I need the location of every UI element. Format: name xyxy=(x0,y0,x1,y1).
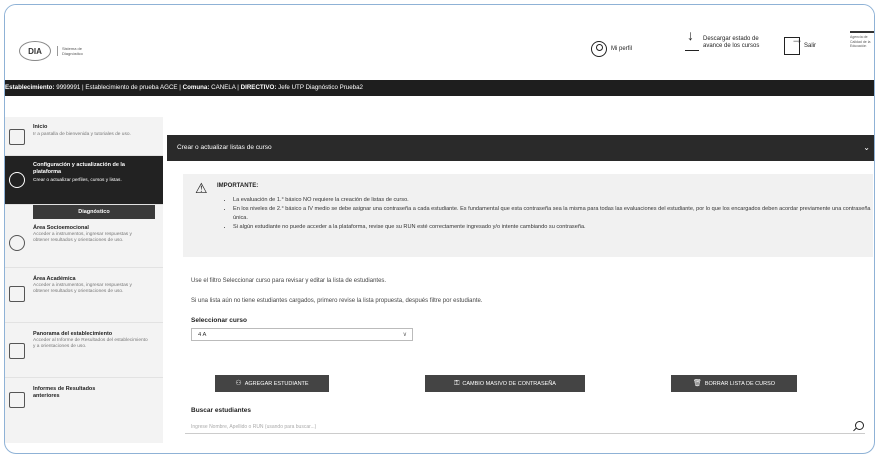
establishment-infobar: Establecimiento: 9999991 | Establecimien… xyxy=(5,80,874,96)
panel-header[interactable]: Crear o actualizar listas de curso ⌄ xyxy=(167,135,874,161)
main-panel: Crear o actualizar listas de curso ⌄ ⚠ I… xyxy=(167,135,874,453)
sidebar-item-desc: Acceder a instrumentos, ingresar respues… xyxy=(33,283,132,294)
sidebar-item-panorama[interactable]: Panorama del establecimiento Acceder al … xyxy=(5,323,163,378)
student-search-input[interactable]: Ingrese Nombre, Apellido o RUN (usando p… xyxy=(185,420,865,434)
comuna-value: CANELA | xyxy=(211,84,239,91)
bulk-password-button[interactable]: ⚿ CAMBIO MASIVO DE CONTRASEÑA xyxy=(425,375,585,392)
sidebar-item-desc: Acceder a instrumentos, ingresar respues… xyxy=(33,232,132,243)
add-student-label: AGREGAR ESTUDIANTE xyxy=(244,381,309,387)
bulk-password-label: CAMBIO MASIVO DE CONTRASEÑA xyxy=(462,381,556,387)
gear-icon xyxy=(9,172,25,188)
download-icon xyxy=(685,32,699,51)
notice-bullet: En los niveles de 2.° básico a IV medio … xyxy=(233,205,873,223)
header: DIA Sistema de Diagnóstico Mi perfil Des… xyxy=(5,5,874,79)
search-label: Buscar estudiantes xyxy=(191,407,251,414)
important-notice: ⚠ IMPORTANTE: La evaluación de 1.° básic… xyxy=(183,174,873,257)
add-user-icon: ⚇ xyxy=(235,380,242,387)
directivo-value: Jefe UTP Diagnóstico Prueba2 xyxy=(278,84,363,91)
sidebar-item-title: Panorama del establecimiento xyxy=(33,331,113,337)
logout-link[interactable]: Salir xyxy=(784,36,817,55)
book-icon xyxy=(9,286,25,302)
sidebar-item-inicio[interactable]: Inicio Ir a pantalla de bienvenida y tut… xyxy=(5,117,163,156)
sidebar-item-desc: Crear o actualizar perfiles, cursos y li… xyxy=(33,178,122,183)
comuna-label: Comuna: xyxy=(182,84,210,91)
logout-label: Salir xyxy=(804,42,817,49)
panel-title: Crear o actualizar listas de curso xyxy=(177,144,272,151)
sidebar-item-desc: Acceder al Informe de Resultados del est… xyxy=(33,338,148,349)
notice-bullet: Si algún estudiante no puede acceder a l… xyxy=(233,223,873,232)
sidebar: Inicio Ir a pantalla de bienvenida y tut… xyxy=(5,117,163,443)
chevron-down-icon: ∨ xyxy=(402,332,407,338)
search-icon[interactable] xyxy=(855,421,864,430)
sidebar-item-title: Área Socioemocional xyxy=(33,225,89,231)
logout-icon xyxy=(784,36,803,55)
sidebar-section-diagnostico: Diagnóstico xyxy=(33,205,155,219)
sidebar-item-academica[interactable]: Área Académica Acceder a instrumentos, i… xyxy=(5,268,163,323)
home-icon xyxy=(9,129,25,145)
delete-list-button[interactable]: 🗑 BORRAR LISTA DE CURSO xyxy=(671,375,797,392)
document-icon xyxy=(9,392,25,408)
logo[interactable]: DIA Sistema de Diagnóstico xyxy=(19,41,96,61)
emotion-icon xyxy=(9,235,25,251)
profile-link[interactable]: Mi perfil xyxy=(591,41,632,57)
logo-text: Sistema de Diagnóstico xyxy=(57,46,96,56)
trash-icon: 🗑 xyxy=(692,380,702,387)
notice-title: IMPORTANTE: xyxy=(217,183,259,189)
sidebar-item-desc: Ir a pantalla de bienvenida y tutoriales… xyxy=(33,132,131,137)
notice-list: La evaluación de 1.° básico NO requiere … xyxy=(223,196,873,232)
profile-label: Mi perfil xyxy=(611,45,633,52)
sidebar-item-title: Configuración y actualización de la plat… xyxy=(33,162,125,175)
download-label: Descargar estado de avance de los cursos xyxy=(703,36,760,49)
key-icon: ⚿ xyxy=(454,380,460,387)
course-select-label: Seleccionar curso xyxy=(191,317,247,324)
logo-mark: DIA xyxy=(19,41,51,61)
sidebar-item-title: Inicio xyxy=(33,124,48,130)
sidebar-item-title: Informes de Resultados anteriores xyxy=(33,386,96,399)
building-icon xyxy=(9,343,25,359)
sidebar-item-informes[interactable]: Informes de Resultados anteriores xyxy=(5,378,163,418)
app-frame: DIA Sistema de Diagnóstico Mi perfil Des… xyxy=(4,4,875,454)
course-select[interactable]: 4 A ∨ xyxy=(191,328,413,341)
empty-list-hint: Si una lista aún no tiene estudiantes ca… xyxy=(191,298,483,304)
directivo-label: DIRECTIVO: xyxy=(240,84,277,91)
agency-logo: Agencia de Calidad de la Educación xyxy=(850,31,874,49)
filter-hint: Use el filtro Seleccionar curso para rev… xyxy=(191,278,387,284)
estab-label: Establecimiento: xyxy=(5,84,55,91)
sidebar-item-socioemocional[interactable]: Área Socioemocional Acceder a instrument… xyxy=(5,219,163,268)
sidebar-item-title: Área Académica xyxy=(33,276,76,282)
estab-value: 9999991 | Establecimiento de prueba AGCE… xyxy=(56,84,181,91)
download-progress-link[interactable]: Descargar estado de avance de los cursos xyxy=(685,32,765,51)
delete-list-label: BORRAR LISTA DE CURSO xyxy=(704,381,776,387)
course-select-value: 4 A xyxy=(198,332,207,338)
chevron-down-icon: ⌄ xyxy=(863,143,870,152)
sidebar-item-configuracion[interactable]: Configuración y actualización de la plat… xyxy=(5,156,163,205)
user-icon xyxy=(591,41,607,57)
warning-icon: ⚠ xyxy=(195,180,208,196)
add-student-button[interactable]: ⚇ AGREGAR ESTUDIANTE xyxy=(215,375,329,392)
notice-bullet: La evaluación de 1.° básico NO requiere … xyxy=(233,196,873,205)
